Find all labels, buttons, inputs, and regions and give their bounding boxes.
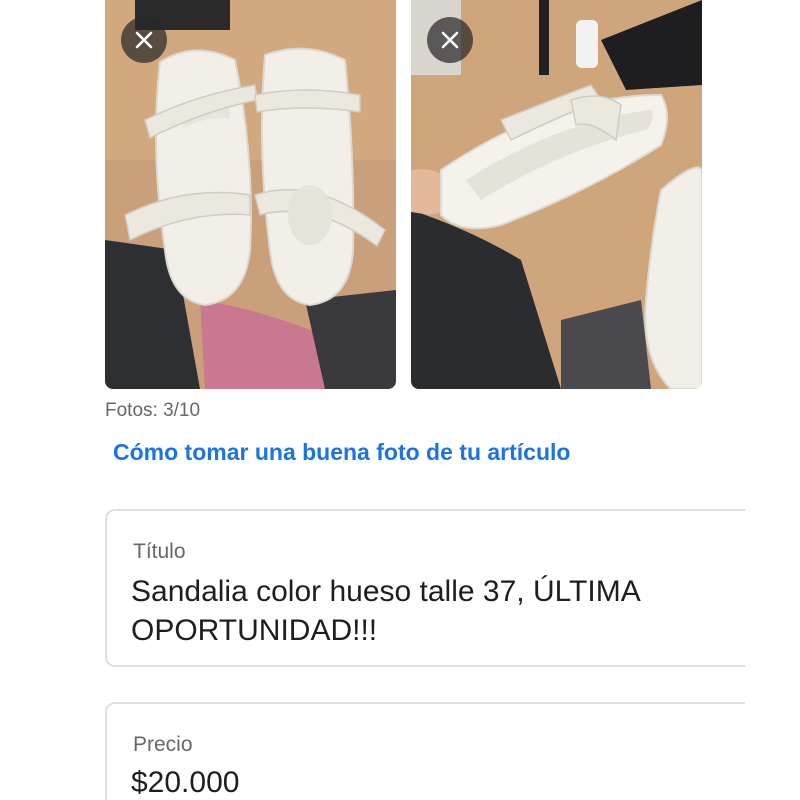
listing-form: Fotos: 3/10 Cómo tomar una buena foto de… bbox=[0, 0, 800, 800]
price-field-value[interactable]: $20.000 bbox=[131, 763, 735, 800]
listing-photo-1[interactable] bbox=[105, 0, 396, 389]
close-icon bbox=[441, 31, 459, 49]
title-field-value[interactable]: Sandalia color hueso talle 37, ÚLTIMA OP… bbox=[131, 572, 735, 650]
remove-photo-2-button[interactable] bbox=[427, 17, 473, 63]
photo-counter: Fotos: 3/10 bbox=[105, 400, 201, 421]
remove-photo-1-button[interactable] bbox=[121, 17, 167, 63]
close-icon bbox=[135, 31, 153, 49]
price-field[interactable]: Precio $20.000 bbox=[105, 702, 745, 800]
title-field[interactable]: Título Sandalia color hueso talle 37, ÚL… bbox=[105, 509, 745, 667]
price-field-label: Precio bbox=[133, 733, 193, 756]
listing-photo-2[interactable] bbox=[411, 0, 702, 389]
title-field-label: Título bbox=[133, 540, 186, 563]
photo-tips-link[interactable]: Cómo tomar una buena foto de tu artículo bbox=[113, 439, 570, 466]
